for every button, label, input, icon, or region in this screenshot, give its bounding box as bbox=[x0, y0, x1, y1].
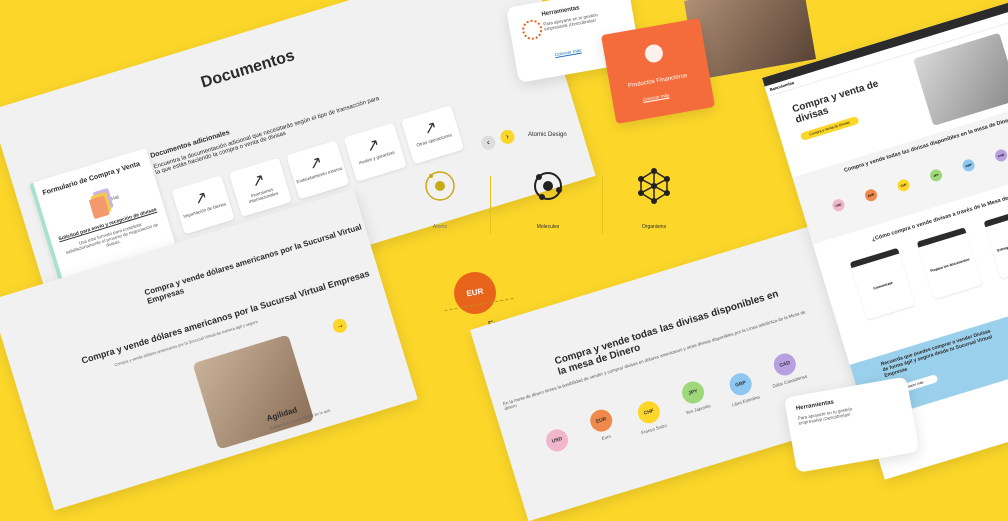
step-card: Entrega los documentos bbox=[983, 206, 1008, 279]
molecules-label: Molecules bbox=[536, 224, 560, 230]
documentos-title: Documentos bbox=[199, 47, 297, 92]
mini-currency-coin: USD bbox=[831, 197, 847, 213]
document-stack-icon bbox=[87, 187, 116, 220]
compra-heading: Compra y vende dólares americanos por la… bbox=[80, 268, 371, 366]
mini-currency-coin: EUR bbox=[863, 187, 879, 203]
currency-coin: CHF bbox=[635, 398, 663, 427]
mini-currency-coin: CHF bbox=[896, 177, 912, 193]
molecule-icon bbox=[534, 172, 562, 200]
currency-name: Dólar Canadiense bbox=[771, 373, 808, 389]
doc-tile[interactable]: ↗ Endeudamiento externo bbox=[286, 140, 350, 200]
step-label: Entrega los documentos bbox=[996, 237, 1008, 253]
step-label: Prepara los documentos bbox=[929, 257, 971, 274]
atoms-label: Atoms bbox=[432, 224, 448, 230]
currency-coin: USD bbox=[543, 426, 571, 455]
currency-coin: GBP bbox=[726, 370, 755, 398]
doc-tile[interactable]: ↗ Inversiones internacionales bbox=[228, 157, 293, 217]
atom-icon bbox=[425, 171, 455, 201]
step-card: Comunícate bbox=[849, 247, 916, 320]
productos-title: Productos Financieros bbox=[627, 73, 688, 90]
atoms-column: Atoms bbox=[400, 168, 480, 230]
currency-name: Franco Suizo bbox=[640, 422, 668, 436]
productos-card: Productos Financieros Conocer más bbox=[600, 18, 716, 124]
chart-icon bbox=[643, 43, 665, 64]
currency-coin: CAD bbox=[771, 350, 799, 379]
currency-name: Euro bbox=[601, 433, 612, 442]
step-label: Comunícate bbox=[872, 280, 894, 291]
step-card: Prepara los documentos bbox=[916, 227, 983, 300]
arrow-right-button[interactable]: → bbox=[331, 317, 349, 335]
divider bbox=[602, 176, 603, 234]
organisms-column: Organisms bbox=[614, 168, 694, 230]
atomic-design-section: Atomic Design Atoms Molecules Organisms bbox=[370, 128, 730, 248]
organism-icon bbox=[638, 168, 670, 204]
woman-photo bbox=[192, 334, 315, 450]
productos-link[interactable]: Conocer más bbox=[642, 92, 669, 102]
tools-icon bbox=[520, 18, 544, 42]
currency-name: Yen Japonés bbox=[685, 403, 712, 416]
currency-coin: EUR bbox=[587, 406, 615, 435]
currency-name bbox=[542, 449, 580, 461]
herramientas-link[interactable]: Conocer más bbox=[554, 48, 581, 58]
mini-currency-coin: JPY bbox=[928, 167, 944, 183]
doc-tile[interactable]: ↗ Importación de bienes bbox=[171, 175, 235, 235]
molecules-column: Molecules bbox=[508, 168, 588, 230]
mini-currency-coin: CAD bbox=[993, 147, 1008, 163]
organisms-label: Organisms bbox=[641, 224, 667, 230]
mini-currency-coin: GBP bbox=[961, 157, 977, 173]
currency-name: Libra Esterlina bbox=[731, 394, 761, 408]
currency-coin: JPY bbox=[679, 378, 707, 407]
atomic-title: Atomic Design bbox=[528, 132, 567, 138]
eur-coin: EUR bbox=[450, 268, 500, 318]
divider bbox=[490, 176, 491, 234]
